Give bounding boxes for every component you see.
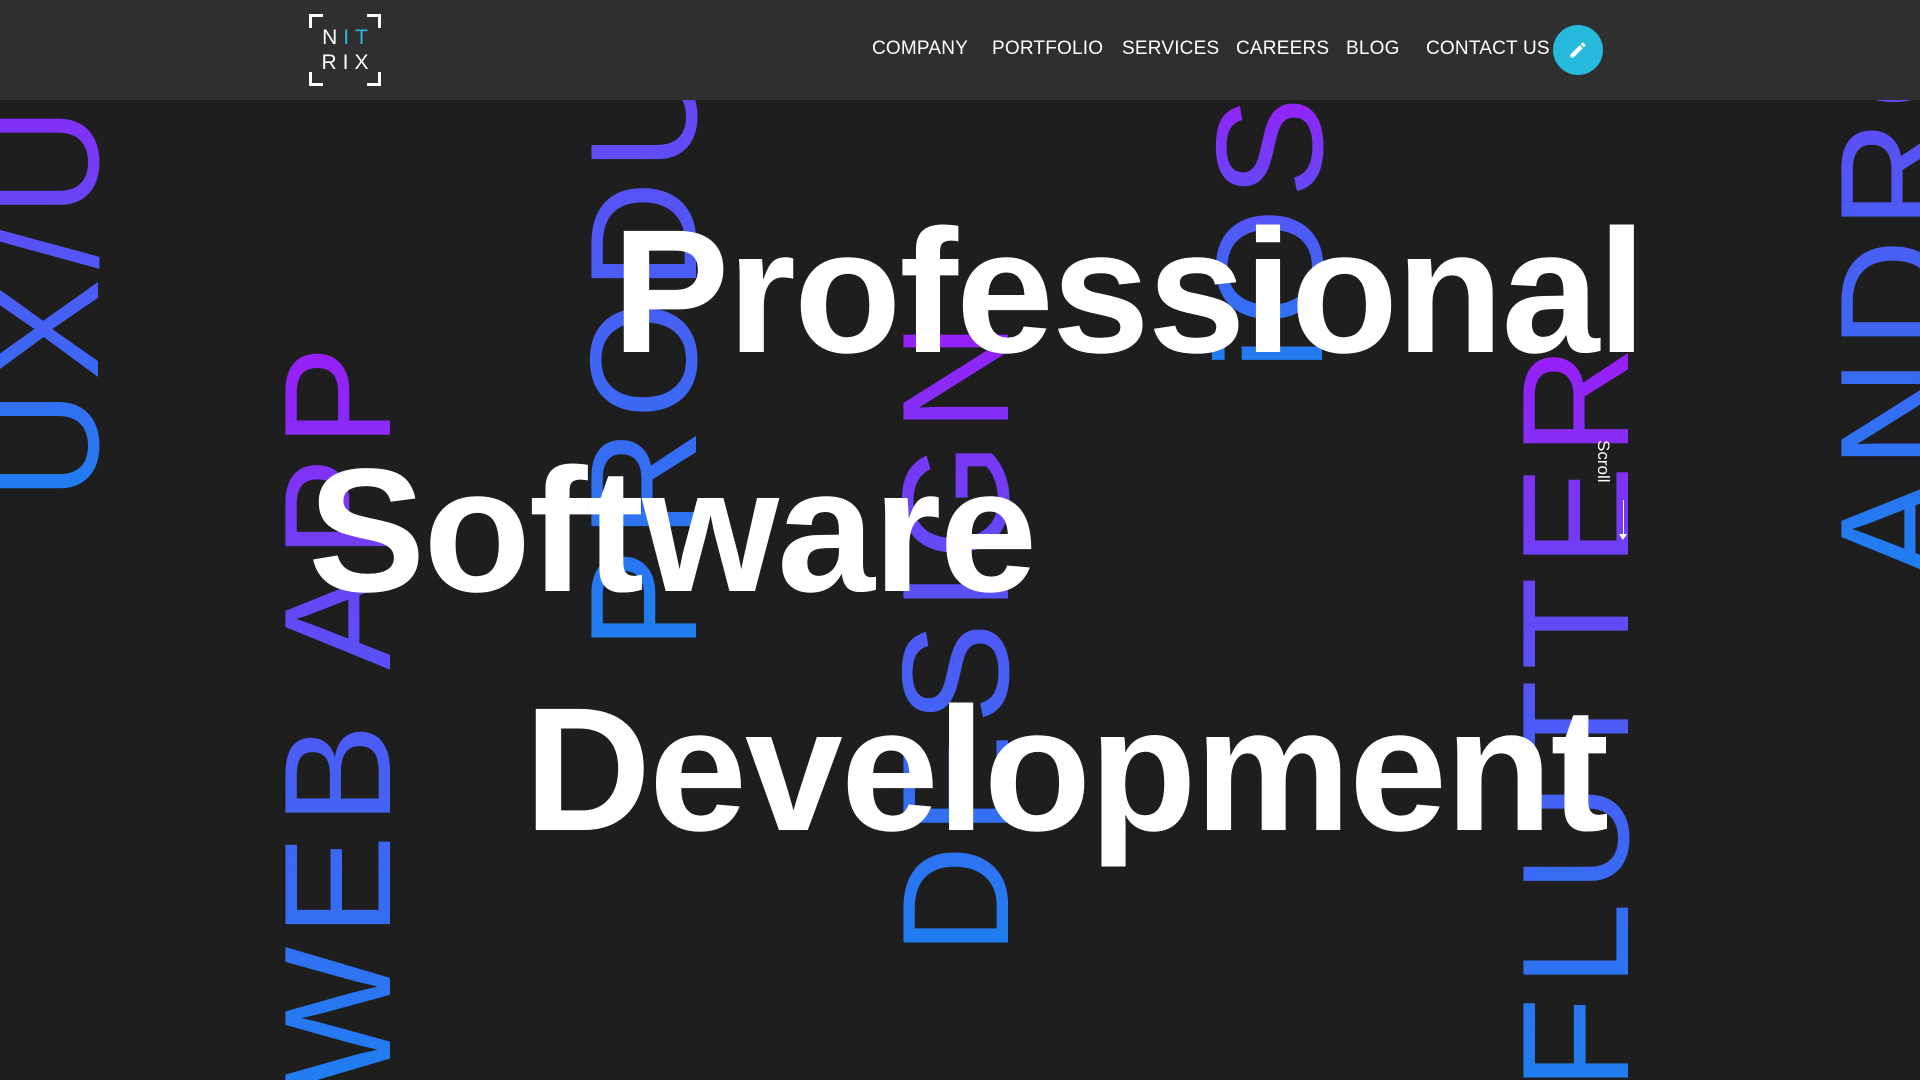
logo-corner (309, 14, 323, 28)
logo-corner (367, 72, 381, 86)
bg-word-uxui: UX/UI (0, 45, 131, 500)
page: UX/UI WEB APP PRODUCT DESIGN iOS FLUTTER… (0, 0, 1920, 1080)
site-header: NIT RIX COMPANY PORTFOLIO SERVICES CAREE… (0, 0, 1920, 100)
scroll-label[interactable]: Scroll (1593, 440, 1613, 483)
nav-blog[interactable]: BLOG (1346, 38, 1400, 60)
scroll-line (1623, 500, 1624, 538)
nav-company[interactable]: COMPANY (872, 38, 968, 60)
headline-line-1: Professional (612, 194, 1646, 390)
main-nav: COMPANY PORTFOLIO SERVICES CAREERS BLOG … (0, 38, 1920, 64)
headline-line-2: Software (308, 433, 1037, 629)
edit-button[interactable] (1553, 25, 1603, 75)
nav-careers[interactable]: CAREERS (1236, 38, 1329, 60)
headline-line-3: Development (524, 672, 1609, 868)
nav-contact-us[interactable]: CONTACT US (1426, 38, 1550, 60)
nav-services[interactable]: SERVICES (1122, 38, 1219, 60)
nav-portfolio[interactable]: PORTFOLIO (992, 38, 1103, 60)
arrow-down-icon (1619, 534, 1627, 540)
logo-corner (309, 72, 323, 86)
pencil-icon (1570, 42, 1586, 58)
